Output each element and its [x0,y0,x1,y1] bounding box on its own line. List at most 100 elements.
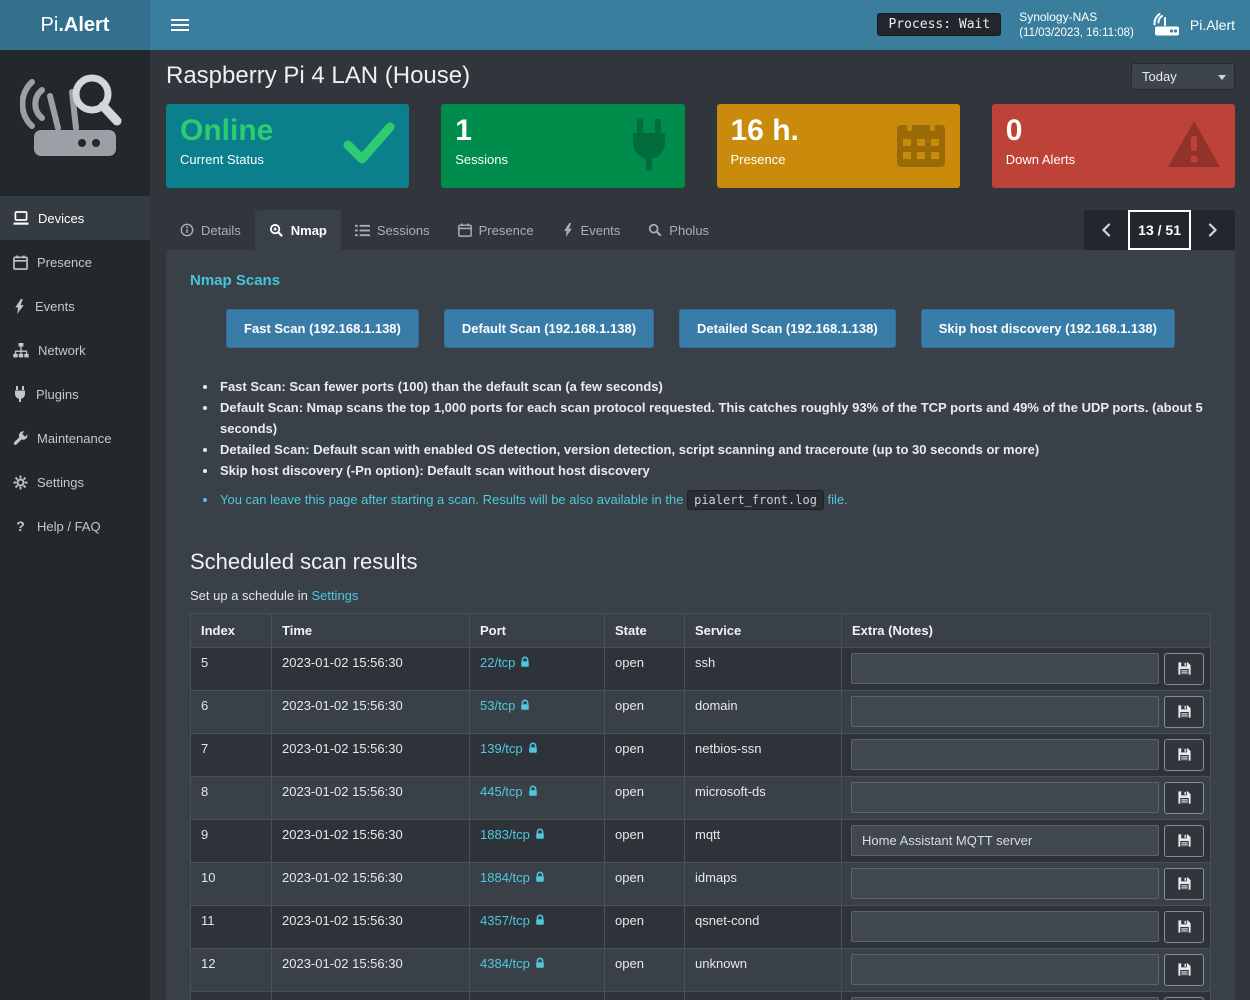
cell-extra [842,776,1211,819]
note-input[interactable] [851,825,1159,856]
sidebar-item-label: Events [35,299,75,314]
tab-presence[interactable]: Presence [444,210,548,250]
process-status-badge: Process: Wait [877,13,1001,36]
sidebar-item-label: Maintenance [37,431,111,446]
default-scan-button[interactable]: Default Scan (192.168.1.138) [444,309,654,348]
app-logo[interactable]: Pi.Alert [0,0,150,50]
save-note-button[interactable] [1164,653,1204,685]
note-input[interactable] [851,782,1159,813]
port-link[interactable]: 53/tcp [480,698,515,713]
main-content: Raspberry Pi 4 LAN (House) Today Online … [150,50,1250,1000]
schedule-hint: Set up a schedule in Settings [190,588,1211,603]
summary-card: 0 Down Alerts [992,104,1235,188]
cell-time: 2023-01-02 15:56:30 [272,819,470,862]
col-extra: Extra (Notes) [842,613,1211,647]
period-select[interactable]: Today [1131,63,1235,90]
note-input[interactable] [851,954,1159,985]
cell-state: open [605,948,685,991]
cell-index: 13 [191,991,272,1000]
cell-index: 5 [191,647,272,690]
prev-device-button[interactable] [1084,210,1128,250]
table-row: 132023-01-02 15:56:308123/tcpopenpolipo [191,991,1211,1000]
note-input[interactable] [851,868,1159,899]
tab-events[interactable]: Events [548,210,635,250]
save-note-button[interactable] [1164,954,1204,986]
menu-toggle-icon[interactable] [165,13,195,37]
cell-extra [842,905,1211,948]
table-row: 72023-01-02 15:56:30139/tcpopennetbios-s… [191,733,1211,776]
search-icon [648,223,662,237]
cell-time: 2023-01-02 15:56:30 [272,776,470,819]
cell-port: 4357/tcp [470,905,605,948]
cell-state: open [605,905,685,948]
fast-scan-button[interactable]: Fast Scan (192.168.1.138) [226,309,419,348]
port-link[interactable]: 4357/tcp [480,913,530,928]
save-note-button[interactable] [1164,739,1204,771]
user-chip[interactable]: Pi.Alert [1152,13,1235,37]
note-input[interactable] [851,739,1159,770]
sidebar-item-label: Help / FAQ [37,519,101,534]
save-note-button[interactable] [1164,868,1204,900]
port-link[interactable]: 4384/tcp [480,956,530,971]
table-header-row: Index Time Port State Service Extra (Not… [191,613,1211,647]
port-link[interactable]: 22/tcp [480,655,515,670]
cell-extra [842,647,1211,690]
brand-pi: Pi [41,14,59,37]
server-time: (11/03/2023, 16:11:08) [1019,25,1134,41]
save-note-button[interactable] [1164,782,1204,814]
summary-card: 1 Sessions [441,104,684,188]
sidebar-item-settings[interactable]: Settings [0,460,150,504]
table-row: 62023-01-02 15:56:3053/tcpopendomain [191,690,1211,733]
cell-service: unknown [685,948,842,991]
lock-icon [534,914,546,926]
cell-extra [842,991,1211,1000]
note-input[interactable] [851,696,1159,727]
tab-pholus[interactable]: Pholus [634,210,723,250]
server-name: Synology-NAS [1019,9,1134,26]
next-device-button[interactable] [1191,210,1235,250]
calendar-icon [13,255,28,270]
sidebar-item-presence[interactable]: Presence [0,240,150,284]
tab-nmap[interactable]: Nmap [255,210,341,250]
sidebar-item-network[interactable]: Network [0,328,150,372]
save-note-button[interactable] [1164,911,1204,943]
cell-index: 9 [191,819,272,862]
sidebar-item-help[interactable]: ? Help / FAQ [0,504,150,548]
check-icon [342,119,396,170]
note-input[interactable] [851,653,1159,684]
save-icon [1177,661,1192,676]
save-note-button[interactable] [1164,696,1204,728]
cell-time: 2023-01-02 15:56:30 [272,690,470,733]
sidebar-item-events[interactable]: Events [0,284,150,328]
cell-state: open [605,819,685,862]
save-icon [1177,790,1192,805]
note-input[interactable] [851,911,1159,942]
tab-sessions[interactable]: Sessions [341,210,444,250]
save-icon [1177,747,1192,762]
settings-link[interactable]: Settings [311,588,358,603]
cell-index: 6 [191,690,272,733]
col-port: Port [470,613,605,647]
tab-label: Pholus [669,223,709,238]
sidebar-item-plugins[interactable]: Plugins [0,372,150,416]
info-icon [180,223,194,237]
port-link[interactable]: 1883/tcp [480,827,530,842]
wrench-icon [13,431,28,446]
router-icon [1152,13,1182,37]
port-link[interactable]: 445/tcp [480,784,523,799]
tab-details[interactable]: Details [166,210,255,250]
scan-info-item: Default Scan: Nmap scans the top 1,000 p… [218,397,1211,439]
chevron-right-icon [1208,223,1218,237]
skip-host-discovery-button[interactable]: Skip host discovery (192.168.1.138) [921,309,1175,348]
bolt-icon [13,299,26,314]
sidebar-item-maintenance[interactable]: Maintenance [0,416,150,460]
summary-card: Online Current Status [166,104,409,188]
port-link[interactable]: 139/tcp [480,741,523,756]
server-info: Synology-NAS (11/03/2023, 16:11:08) [1019,9,1134,42]
sidebar-item-devices[interactable]: Devices [0,196,150,240]
detailed-scan-button[interactable]: Detailed Scan (192.168.1.138) [679,309,896,348]
page-title: Raspberry Pi 4 LAN (House) [166,62,470,90]
port-link[interactable]: 1884/tcp [480,870,530,885]
save-note-button[interactable] [1164,825,1204,857]
save-icon [1177,876,1192,891]
